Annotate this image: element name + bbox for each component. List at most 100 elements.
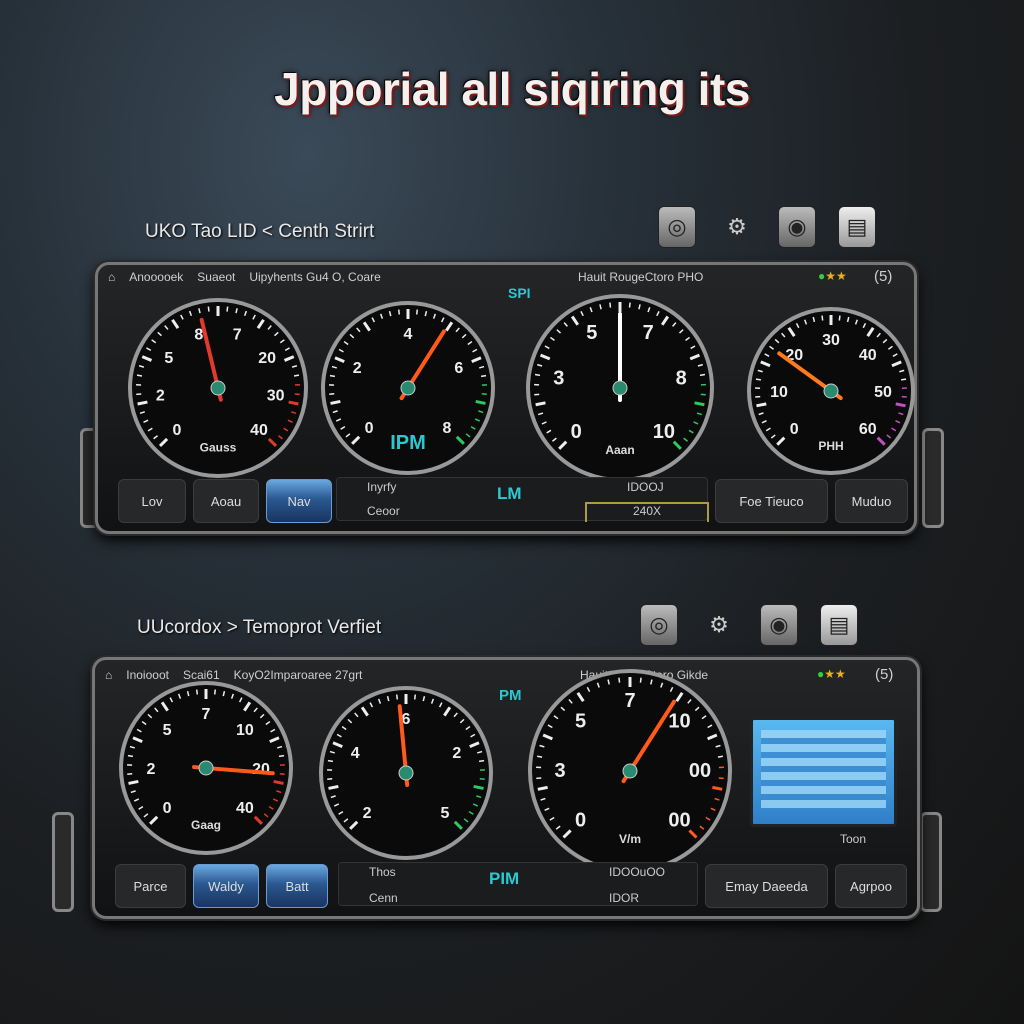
gauge-tick-label: 30 <box>822 332 840 349</box>
gauge-tick <box>330 399 341 405</box>
gauge-tick <box>756 402 767 408</box>
gauge-tick-label: 2 <box>363 805 372 822</box>
gauge-tick <box>755 378 761 381</box>
button-emay-daeeda[interactable]: Emay Daeeda <box>705 864 828 908</box>
gauge-hub <box>622 763 638 779</box>
section-1-toolbar: ◎ ⚙ ◉ ▤ <box>658 206 876 248</box>
tire-icon[interactable]: ◉ <box>778 206 816 248</box>
center-top-label: Inyrfy <box>367 480 397 494</box>
gauge-tick-label: 8 <box>676 367 687 389</box>
gauge-tick <box>838 315 841 321</box>
gauge-tick-label: 20 <box>258 350 276 367</box>
gauge-tick-label: 10 <box>770 384 788 401</box>
engine-icon[interactable]: ⚙ <box>718 206 756 248</box>
gauge-tick <box>473 784 484 790</box>
gauge-tick <box>712 785 723 791</box>
document-icon[interactable]: ▤ <box>820 604 858 646</box>
gauge-tick-label: 40 <box>236 800 254 817</box>
gauge-tick <box>136 374 143 377</box>
center-box: 240X <box>585 502 709 522</box>
gauge-tick-label: 6 <box>454 360 463 377</box>
gauge-tick-label: 2 <box>147 761 156 778</box>
gauge: 0 3 5 7 8 10 Aaan <box>526 294 714 482</box>
gauge-tick-label: 10 <box>236 722 254 739</box>
gauge-tick <box>537 755 543 758</box>
gauge-tick-label: 2 <box>452 745 461 762</box>
gauge-tick-label: 40 <box>859 347 877 364</box>
button-parce[interactable]: Parce <box>115 864 186 908</box>
gauge-hub <box>210 380 226 396</box>
mount-bracket-left <box>52 812 74 912</box>
section-1-label: UKO Tao LID < Centh Strirt <box>145 221 375 242</box>
center-status-panel: Thos Cenn PIM IDOOuOO IDOR <box>338 862 698 906</box>
gauge-tick <box>694 401 705 407</box>
gauge-tick-label: 3 <box>553 367 564 389</box>
gauge-tick-label: 0 <box>173 422 182 439</box>
center-right-label: IDOOJ <box>627 480 664 494</box>
gauge-icon[interactable]: ◎ <box>640 604 678 646</box>
gauge-tick <box>415 309 419 315</box>
gauge-tick-label: 30 <box>267 387 285 404</box>
button-aoau[interactable]: Aoau <box>193 479 259 523</box>
gauge-tick-label: 5 <box>575 711 586 733</box>
center-mode: LM <box>497 484 522 503</box>
button-muduo[interactable]: Muduo <box>835 479 908 523</box>
gauge-tick-label: 7 <box>202 706 211 723</box>
dashboard-panel-1: ⌂ Anooooek Suaeot Uipyhents Gu4 O, Coare… <box>95 262 917 534</box>
gauge-tick-label: 5 <box>163 722 172 739</box>
gauge-tick <box>213 689 217 695</box>
center-mode: PIM <box>489 869 520 888</box>
gauge-tick <box>895 402 906 408</box>
button-nav[interactable]: Nav <box>266 479 332 523</box>
gauge-tick-label: 4 <box>351 745 360 762</box>
center-status-panel: Inyrfy Ceoor LM IDOOJ 240X <box>336 477 709 522</box>
gauge-hub <box>198 760 214 776</box>
gauge-tick-label: 00 <box>668 809 690 831</box>
gauge: 0 2 4 6 8 IPM <box>321 301 495 475</box>
gauge-tick-label: 40 <box>250 422 268 439</box>
button-agrpoo[interactable]: Agrpoo <box>835 864 907 908</box>
gauge-icon[interactable]: ◎ <box>658 206 696 248</box>
gauge-tick-label: 5 <box>164 350 173 367</box>
button-foe-tieuco[interactable]: Foe Tieuco <box>715 479 828 523</box>
gauge-tick <box>609 302 612 308</box>
gauge: 24625 <box>319 686 493 860</box>
button-batt[interactable]: Batt <box>266 864 328 908</box>
engine-icon[interactable]: ⚙ <box>700 604 738 646</box>
gauge: 0102030405060PHH <box>747 307 915 475</box>
gauge: 0 3 5 7 10 00 00 V/m <box>528 669 732 873</box>
center-bottom-label: Cenn <box>369 891 398 905</box>
gauge-tick <box>535 401 546 407</box>
gauge-tick-label: 20 <box>252 761 270 778</box>
gauge-tick-label: 0 <box>365 420 374 437</box>
gauge-tick <box>327 759 334 763</box>
gauge-tick-label: 8 <box>442 420 451 437</box>
gauge-tick-label: 0 <box>790 421 799 438</box>
gauge-tick <box>207 306 210 312</box>
section-2-label: UUcordox > Temoprot Verfiet <box>137 617 382 638</box>
gauge-tick <box>128 779 139 785</box>
gauge-tick <box>534 373 541 377</box>
gauge-tick <box>475 399 486 405</box>
document-icon[interactable]: ▤ <box>838 206 876 248</box>
gauge-tick-label: 00 <box>689 760 711 782</box>
gauge-tick-label: 5 <box>586 322 597 344</box>
gauge-tick <box>329 374 336 378</box>
screen-label: Toon <box>840 832 867 846</box>
gauge-caption: IPM <box>390 432 426 454</box>
tire-icon[interactable]: ◉ <box>760 604 798 646</box>
button-lov[interactable]: Lov <box>118 479 186 523</box>
gauge-tick <box>480 374 487 378</box>
gauge-hub <box>398 765 414 781</box>
infotainment-screen[interactable] <box>750 717 897 827</box>
gauge-caption: Aaan <box>605 443 634 457</box>
gauge-tick <box>288 400 299 406</box>
gauge-tick <box>628 302 631 308</box>
button-waldy[interactable]: Waldy <box>193 864 259 908</box>
gauge-tick <box>537 785 548 791</box>
gauge-tick-label: 0 <box>163 800 172 817</box>
center-top-label: Thos <box>369 865 396 879</box>
gauge-tick-label: 10 <box>668 711 690 733</box>
gauge-tick-label: 5 <box>440 805 449 822</box>
gauge-tick <box>293 374 300 377</box>
